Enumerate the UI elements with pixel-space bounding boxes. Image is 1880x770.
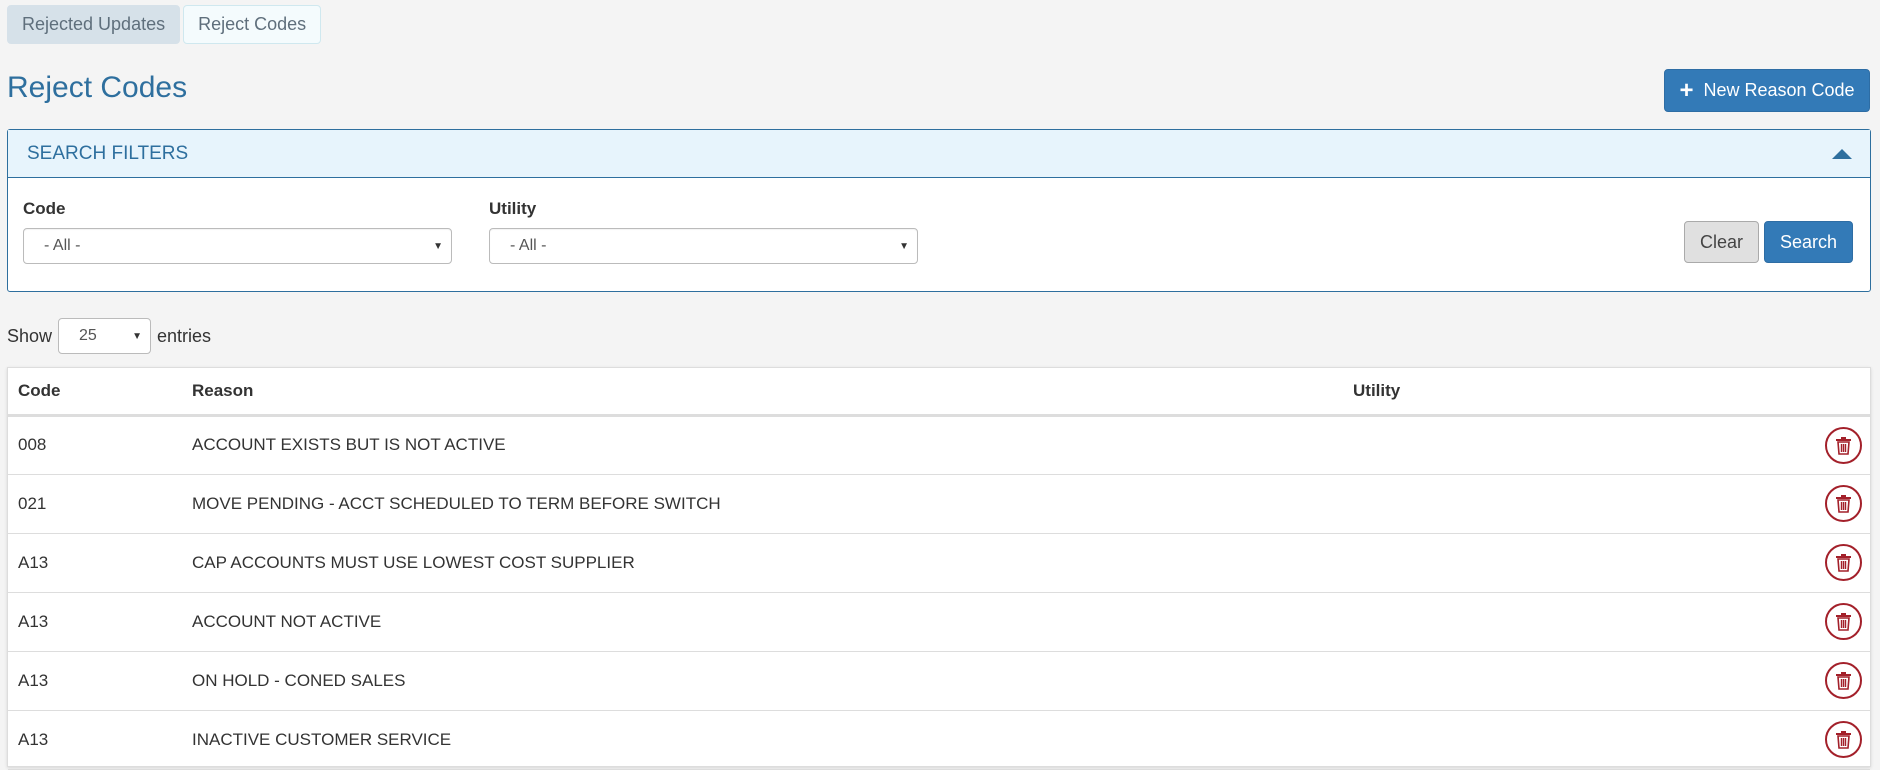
delete-button[interactable] xyxy=(1825,485,1862,522)
cell-actions xyxy=(1803,651,1870,711)
column-header-reason[interactable]: Reason xyxy=(192,368,1353,417)
table-row: 008 ACCOUNT EXISTS BUT IS NOT ACTIVE xyxy=(8,415,1870,475)
cell-utility xyxy=(1353,415,1803,475)
chevron-down-icon: ▼ xyxy=(132,330,143,342)
code-select-value: - All - xyxy=(44,237,81,254)
delete-button[interactable] xyxy=(1825,544,1862,581)
cell-code: A13 xyxy=(8,533,192,593)
utility-filter: Utility - All - ▼ xyxy=(489,199,918,264)
search-filters-panel: SEARCH FILTERS Code - All - ▼ Utility - … xyxy=(7,129,1871,292)
cell-code: A13 xyxy=(8,592,192,652)
plus-icon: + xyxy=(1679,76,1694,104)
cell-utility xyxy=(1353,592,1803,652)
cell-utility xyxy=(1353,710,1803,770)
cell-utility xyxy=(1353,651,1803,711)
utility-filter-label: Utility xyxy=(489,199,537,218)
cell-reason: MOVE PENDING - ACCT SCHEDULED TO TERM BE… xyxy=(192,474,1353,534)
search-button[interactable]: Search xyxy=(1764,221,1853,263)
cell-code: 021 xyxy=(8,474,192,534)
cell-reason: ACCOUNT EXISTS BUT IS NOT ACTIVE xyxy=(192,415,1353,475)
entries-label: entries xyxy=(157,325,212,346)
table-row: A13 CAP ACCOUNTS MUST USE LOWEST COST SU… xyxy=(8,533,1870,593)
tab-rejected-updates[interactable]: Rejected Updates xyxy=(7,5,181,44)
search-filters-header[interactable]: SEARCH FILTERS xyxy=(8,130,1870,178)
delete-button[interactable] xyxy=(1825,721,1862,758)
column-header-actions xyxy=(1803,368,1870,417)
reject-codes-table: Code Reason Utility 008 ACCOUNT EXISTS B… xyxy=(7,367,1871,770)
code-select[interactable]: - All - ▼ xyxy=(23,228,452,264)
chevron-down-icon: ▼ xyxy=(433,240,443,252)
cell-actions xyxy=(1803,474,1870,534)
cell-actions xyxy=(1803,533,1870,593)
show-label: Show xyxy=(7,325,53,346)
delete-button[interactable] xyxy=(1825,603,1862,640)
trash-icon xyxy=(1836,613,1851,631)
caret-up-icon[interactable] xyxy=(1832,148,1852,159)
cell-reason: ACCOUNT NOT ACTIVE xyxy=(192,592,1353,652)
cell-code: A13 xyxy=(8,710,192,770)
tab-reject-codes[interactable]: Reject Codes xyxy=(183,5,322,44)
cell-actions xyxy=(1803,710,1870,770)
table-row: A13 ON HOLD - CONED SALES xyxy=(8,651,1870,711)
column-header-utility[interactable]: Utility xyxy=(1353,368,1803,417)
new-reason-code-button[interactable]: + New Reason Code xyxy=(1664,69,1870,112)
cell-reason: CAP ACCOUNTS MUST USE LOWEST COST SUPPLI… xyxy=(192,533,1353,593)
utility-select-value: - All - xyxy=(510,237,547,254)
table-header-row: Code Reason Utility xyxy=(8,368,1870,417)
cell-utility xyxy=(1353,474,1803,534)
clear-button[interactable]: Clear xyxy=(1684,221,1759,263)
table-row: A13 INACTIVE CUSTOMER SERVICE xyxy=(8,710,1870,770)
chevron-down-icon: ▼ xyxy=(899,240,909,252)
cell-reason: INACTIVE CUSTOMER SERVICE xyxy=(192,710,1353,770)
cell-code: 008 xyxy=(8,415,192,475)
cell-actions xyxy=(1803,415,1870,475)
search-filters-title: SEARCH FILTERS xyxy=(27,142,189,164)
cell-utility xyxy=(1353,533,1803,593)
code-filter-label: Code xyxy=(23,199,66,218)
page-title: Reject Codes xyxy=(7,71,188,104)
delete-button[interactable] xyxy=(1825,426,1862,464)
entries-per-page-select[interactable]: 25 ▼ xyxy=(58,318,152,354)
code-filter: Code - All - ▼ xyxy=(23,199,452,264)
trash-icon xyxy=(1836,554,1851,572)
cell-actions xyxy=(1803,592,1870,652)
tab-bar: Rejected Updates Reject Codes xyxy=(7,5,322,44)
trash-icon xyxy=(1836,495,1851,513)
utility-select[interactable]: - All - ▼ xyxy=(489,228,918,264)
table-row: A13 ACCOUNT NOT ACTIVE xyxy=(8,592,1870,652)
table-length-control: Show 25 ▼ entries xyxy=(7,318,211,354)
entries-per-page-value: 25 xyxy=(79,327,97,344)
delete-button[interactable] xyxy=(1825,662,1862,699)
new-reason-code-label: New Reason Code xyxy=(1703,80,1855,100)
cell-reason: ON HOLD - CONED SALES xyxy=(192,651,1353,711)
cell-code: A13 xyxy=(8,651,192,711)
trash-icon xyxy=(1836,436,1851,455)
table-row: 021 MOVE PENDING - ACCT SCHEDULED TO TER… xyxy=(8,474,1870,534)
trash-icon xyxy=(1836,731,1851,749)
trash-icon xyxy=(1836,672,1851,690)
column-header-code[interactable]: Code xyxy=(8,368,192,417)
